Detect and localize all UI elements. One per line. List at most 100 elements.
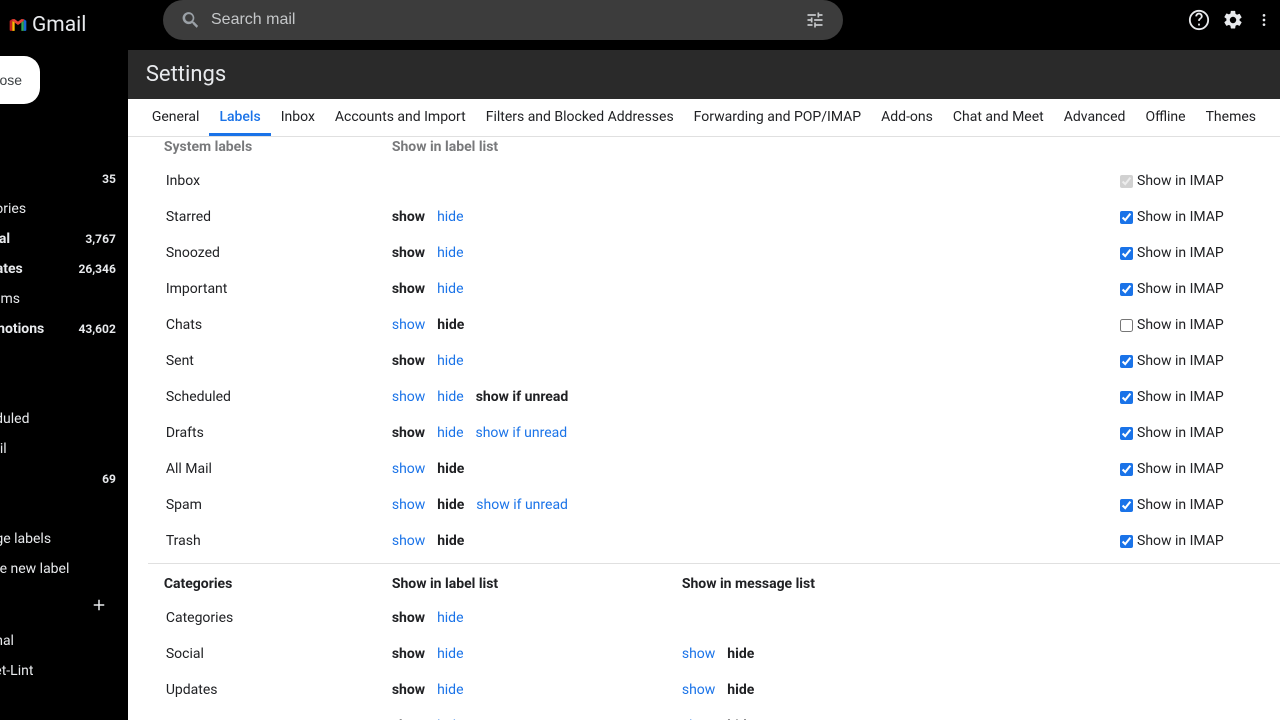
page-title: Settings [146, 62, 1262, 87]
sidebar-item[interactable]: egories [0, 194, 128, 224]
col-message-list: Show in message list [682, 576, 982, 592]
toggle-show[interactable]: show [392, 646, 425, 662]
toggle-hide[interactable]: hide [437, 353, 463, 369]
logo-area[interactable]: Gmail [8, 13, 163, 37]
imap-checkbox[interactable] [1120, 211, 1133, 224]
sidebar-item[interactable]: am69 [0, 464, 128, 494]
toggle-hide[interactable]: hide [437, 425, 463, 441]
sidebar-item[interactable]: k [0, 134, 128, 164]
toggle-hide[interactable]: hide [437, 209, 463, 225]
tab-add-ons[interactable]: Add-ons [871, 99, 943, 136]
tab-advanced[interactable]: Advanced [1054, 99, 1136, 136]
label-name: Trash [148, 533, 392, 549]
toggle-group: show hide [392, 209, 682, 225]
toggle-hide[interactable]: hide [437, 389, 463, 405]
sidebar-item-label: egories [0, 201, 26, 217]
tab-chat-and-meet[interactable]: Chat and Meet [943, 99, 1054, 136]
toggle-group: show hide [392, 281, 682, 297]
toggle-show[interactable]: show [392, 533, 425, 549]
nav-list: kfts35 egories ocial3,767pdates26,346orums… [0, 134, 128, 584]
toggle-show[interactable]: show [392, 389, 425, 405]
toggle-show[interactable]: show [392, 610, 425, 626]
toggle-show[interactable]: show [392, 209, 425, 225]
help-icon[interactable] [1188, 9, 1210, 31]
toggle-hide[interactable]: hide [437, 281, 463, 297]
toggle-group: show hide show if unread [392, 389, 682, 405]
label-name: Social [148, 646, 392, 662]
tab-accounts-and-import[interactable]: Accounts and Import [325, 99, 476, 136]
search-wrap [163, 10, 1188, 40]
msg-toggle-show[interactable]: show [682, 646, 715, 662]
toggle-show[interactable]: show [392, 497, 425, 513]
search-box[interactable] [163, 0, 843, 40]
toggle-show[interactable]: show [392, 353, 425, 369]
msg-toggle-show[interactable]: show [682, 682, 715, 698]
toggle-show-if-unread[interactable]: show if unread [476, 425, 568, 441]
imap-checkbox[interactable] [1120, 283, 1133, 296]
tab-general[interactable]: General [142, 99, 210, 136]
compose-button[interactable]: mpose [0, 56, 40, 104]
filter-icon[interactable] [805, 10, 825, 30]
tab-labels[interactable]: Labels [209, 99, 270, 136]
imap-checkbox[interactable] [1120, 427, 1133, 440]
msg-toggle-hide[interactable]: hide [727, 682, 754, 698]
imap-checkbox[interactable] [1120, 247, 1133, 260]
toggle-hide[interactable]: hide [437, 245, 463, 261]
toggle-hide[interactable]: hide [437, 682, 463, 698]
sidebar-item[interactable]: sh [0, 494, 128, 524]
sidebar-item[interactable]: romotions43,602 [0, 314, 128, 344]
sidebar-item[interactable]: nage labels [0, 524, 128, 554]
sidebar-item[interactable]: ats [0, 374, 128, 404]
sidebar-item[interactable]: orums [0, 284, 128, 314]
toggle-show-if-unread[interactable]: show if unread [476, 389, 569, 405]
sidebar-item[interactable]: s [0, 344, 128, 374]
imap-checkbox[interactable] [1120, 175, 1133, 188]
toggle-show[interactable]: show [392, 461, 425, 477]
sidebar-user-label[interactable]: re [0, 686, 128, 716]
header-actions [1188, 9, 1272, 31]
imap-checkbox[interactable] [1120, 499, 1133, 512]
imap-label: Show in IMAP [1137, 281, 1224, 297]
toggle-hide[interactable]: hide [437, 317, 464, 333]
imap-checkbox[interactable] [1120, 319, 1133, 332]
imap-checkbox[interactable] [1120, 463, 1133, 476]
toggle-group: show hide [392, 353, 682, 369]
label-name: Snoozed [148, 245, 392, 261]
toggle-hide[interactable]: hide [437, 646, 463, 662]
imap-checkbox[interactable] [1120, 355, 1133, 368]
sidebar-item[interactable]: fts35 [0, 164, 128, 194]
sidebar-item[interactable]: Mail [0, 434, 128, 464]
sidebar: mpose kfts35 egories ocial3,767pdates26,34… [0, 50, 128, 720]
sidebar-item[interactable]: heduled [0, 404, 128, 434]
toggle-show[interactable]: show [392, 425, 425, 441]
toggle-show[interactable]: show [392, 281, 425, 297]
label-row: Scheduled showhideshow if unread Show in… [148, 379, 1280, 415]
imap-checkbox[interactable] [1120, 535, 1133, 548]
tab-offline[interactable]: Offline [1135, 99, 1195, 136]
gear-icon[interactable] [1222, 9, 1244, 31]
sidebar-item[interactable]: pdates26,346 [0, 254, 128, 284]
toggle-hide[interactable]: hide [437, 533, 464, 549]
imap-checkbox[interactable] [1120, 391, 1133, 404]
sidebar-item[interactable]: eate new label [0, 554, 128, 584]
sidebar-user-label[interactable]: sonal [0, 626, 128, 656]
tab-forwarding-and-pop-imap[interactable]: Forwarding and POP/IMAP [684, 99, 871, 136]
sidebar-user-label[interactable]: cket-Lint [0, 656, 128, 686]
search-input[interactable] [211, 11, 795, 29]
toggle-show-if-unread[interactable]: show if unread [476, 497, 568, 513]
plus-icon[interactable] [90, 596, 108, 614]
tab-themes[interactable]: Themes [1196, 99, 1266, 136]
more-icon[interactable] [1256, 9, 1272, 31]
toggle-show[interactable]: show [392, 317, 425, 333]
toggle-show[interactable]: show [392, 682, 425, 698]
toggle-hide[interactable]: hide [437, 610, 463, 626]
tab-inbox[interactable]: Inbox [271, 99, 325, 136]
toggle-group: show hide [392, 317, 682, 333]
imap-label: Show in IMAP [1137, 533, 1224, 549]
toggle-hide[interactable]: hide [437, 461, 464, 477]
sidebar-item[interactable]: ocial3,767 [0, 224, 128, 254]
toggle-show[interactable]: show [392, 245, 425, 261]
msg-toggle-hide[interactable]: hide [727, 646, 754, 662]
tab-filters-and-blocked-addresses[interactable]: Filters and Blocked Addresses [476, 99, 684, 136]
toggle-hide[interactable]: hide [437, 497, 464, 513]
